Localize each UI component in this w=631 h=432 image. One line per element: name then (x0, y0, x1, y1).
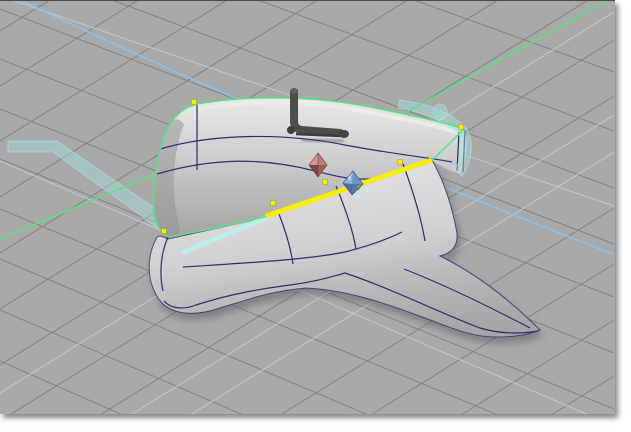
elbow-joint (287, 126, 295, 134)
trim-ribbon-left (8, 141, 169, 236)
cv-1[interactable] (192, 100, 197, 105)
green-extension-right (405, 1, 612, 113)
cv-2[interactable] (162, 229, 167, 234)
viewport-canvas[interactable] (0, 1, 615, 414)
cv-6[interactable] (398, 160, 403, 165)
cv-4[interactable] (271, 201, 276, 206)
cv-5[interactable] (323, 180, 328, 185)
screenshot-frame (0, 0, 631, 432)
cv-3[interactable] (459, 125, 464, 130)
elbow-end-cap (339, 130, 349, 138)
3d-viewport[interactable] (0, 0, 615, 414)
elbow-top-cap (290, 89, 298, 94)
elbow-shadow (302, 139, 344, 142)
